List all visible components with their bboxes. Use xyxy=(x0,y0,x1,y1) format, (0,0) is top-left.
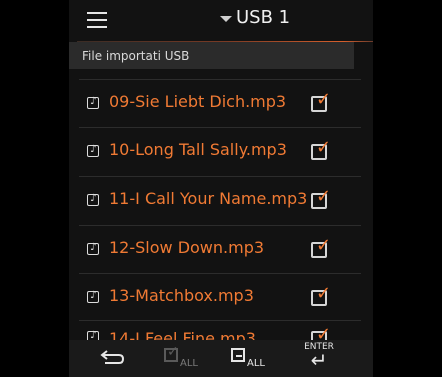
subheader: File importati USB xyxy=(69,42,354,69)
back-arrow-icon[interactable] xyxy=(99,348,125,364)
enter-button[interactable]: ENTER ↵ xyxy=(299,342,339,372)
uncheck-all-button[interactable]: ALL xyxy=(231,348,265,369)
subheader-label: File importati USB xyxy=(82,48,190,63)
check-all-button[interactable]: ALL xyxy=(164,344,198,369)
row-divider xyxy=(79,127,361,128)
track-label: 12-Slow Down.mp3 xyxy=(109,238,265,257)
checkbox-checked-icon[interactable] xyxy=(311,283,331,306)
music-file-icon xyxy=(87,144,99,157)
checkbox-checked-icon[interactable] xyxy=(311,235,331,258)
row-divider xyxy=(79,225,361,226)
menu-icon[interactable] xyxy=(87,12,107,28)
bottom-toolbar: ALL ALL ENTER ↵ xyxy=(69,340,373,377)
music-file-icon xyxy=(87,96,99,109)
track-label: 09-Sie Liebt Dich.mp3 xyxy=(109,92,287,111)
track-label: 10-Long Tall Sally.mp3 xyxy=(109,140,287,159)
uncheck-all-icon xyxy=(231,348,245,362)
music-file-icon xyxy=(87,242,99,255)
row-divider xyxy=(79,320,361,321)
list-item[interactable]: 10-Long Tall Sally.mp3 xyxy=(69,127,373,175)
music-file-icon xyxy=(87,290,99,303)
list-item[interactable]: 12-Slow Down.mp3 xyxy=(69,225,373,273)
checkbox-checked-icon[interactable] xyxy=(311,89,331,112)
uncheck-all-sub: ALL xyxy=(247,358,265,369)
usb-file-browser: USB 1 File importati USB 09-Sie Liebt Di… xyxy=(69,0,373,377)
check-all-icon xyxy=(164,344,179,362)
checkbox-checked-icon[interactable] xyxy=(311,186,331,209)
music-file-icon xyxy=(87,193,99,206)
track-label: 11-I Call Your Name.mp3 xyxy=(109,189,308,208)
check-all-sub: ALL xyxy=(180,358,198,369)
header: USB 1 xyxy=(69,0,373,38)
enter-icon: ↵ xyxy=(310,348,328,372)
source-title[interactable]: USB 1 xyxy=(236,7,290,28)
list-item[interactable]: 09-Sie Liebt Dich.mp3 xyxy=(69,79,373,127)
row-divider xyxy=(79,79,361,80)
row-divider xyxy=(79,176,361,177)
chevron-down-icon[interactable] xyxy=(220,16,232,22)
row-divider xyxy=(79,273,361,274)
track-list[interactable]: 09-Sie Liebt Dich.mp3 10-Long Tall Sally… xyxy=(69,69,373,348)
list-item[interactable]: 11-I Call Your Name.mp3 xyxy=(69,176,373,224)
list-item[interactable]: 13-Matchbox.mp3 xyxy=(69,273,373,321)
track-label: 13-Matchbox.mp3 xyxy=(109,286,254,305)
checkbox-checked-icon[interactable] xyxy=(311,137,331,160)
